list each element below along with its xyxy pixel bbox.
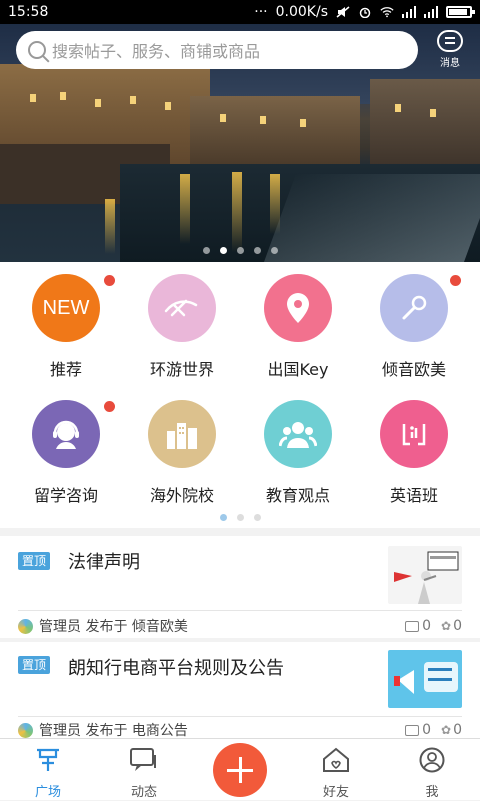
post-author: 管理员 (39, 723, 81, 739)
category-label: 教育观点 (265, 486, 330, 505)
banner-dot[interactable] (253, 247, 261, 254)
message-icon (437, 30, 463, 52)
category-label: 海外院校 (149, 486, 214, 505)
location-pin-icon (287, 293, 309, 323)
post-title: 法律声明 (68, 552, 140, 573)
status-bar: 15:58 ··· 0.00K/s (0, 0, 480, 24)
buildings-icon (167, 423, 197, 449)
network-speed: 0.00K/s (275, 4, 328, 20)
headset-person-icon (53, 420, 79, 449)
comment-count: 0 (422, 722, 432, 738)
tab-square[interactable]: 广场 (0, 739, 96, 801)
like-count: 0 (453, 618, 462, 634)
like-icon: ✿ (441, 619, 452, 633)
banner-dot[interactable] (270, 247, 278, 254)
notification-badge (104, 275, 115, 286)
alarm-icon (359, 7, 371, 18)
category-grid: NEW 推荐 环游世界 出国Key 倾音欧美 留学咨询 海外院校 教育观点 英语… (0, 262, 480, 528)
people-icon (279, 422, 317, 448)
tab-label: 好友 (322, 785, 349, 800)
dots-icon: ··· (254, 4, 268, 20)
category-overseas-schools[interactable]: 海外院校 (122, 388, 242, 514)
category-label: 推荐 (49, 360, 82, 379)
page-dot[interactable] (253, 514, 261, 521)
status-time: 15:58 (8, 4, 49, 20)
category-edu-views[interactable]: 教育观点 (238, 388, 358, 514)
banner-dot[interactable] (236, 247, 244, 254)
avatar (18, 722, 33, 738)
like-icon: ✿ (441, 723, 452, 737)
post-thumbnail (388, 546, 462, 604)
new-icon: NEW (42, 296, 90, 319)
comment-count: 0 (422, 618, 432, 634)
category-label: 留学咨询 (33, 486, 98, 505)
signal-icon (402, 6, 416, 18)
tab-me[interactable]: 我 (384, 739, 480, 801)
post-board: 发布于 倾音欧美 (85, 619, 188, 635)
post-create-button[interactable] (213, 743, 267, 797)
page-dot-active[interactable] (219, 514, 227, 521)
post-author: 管理员 (39, 619, 81, 635)
banner-dot[interactable] (202, 247, 210, 254)
square-icon (37, 748, 59, 771)
profile-icon (419, 747, 445, 773)
tab-label: 动态 (130, 785, 157, 800)
plane-icon (164, 299, 198, 317)
message-label: 消息 (440, 58, 460, 69)
category-label: 英语班 (389, 486, 438, 505)
comment-icon (405, 620, 420, 632)
chat-icon (130, 748, 156, 771)
post-item[interactable]: 置顶 法律声明 管理员 发布于 倾音欧美 0 ✿ 0 (0, 536, 480, 638)
post-board: 发布于 电商公告 (85, 723, 188, 739)
tab-friends[interactable]: 好友 (288, 739, 384, 801)
like-count: 0 (453, 722, 462, 738)
category-label: 出国Key (267, 360, 329, 379)
category-label: 环游世界 (149, 360, 214, 379)
search-input[interactable]: 搜索帖子、服务、商铺或商品 (16, 31, 418, 69)
silent-icon (336, 6, 350, 18)
post-item[interactable]: 置顶 朗知行电商平台规则及公告 管理员 发布于 电商公告 0 ✿ 0 (0, 642, 480, 740)
category-travel-world[interactable]: 环游世界 (122, 262, 242, 388)
tab-label: 广场 (34, 785, 61, 800)
category-label: 倾音欧美 (381, 360, 446, 379)
notification-badge (450, 275, 461, 286)
signal-icon-2 (424, 6, 438, 18)
battery-icon (446, 6, 475, 18)
friends-home-icon (323, 747, 349, 772)
microphone-icon (402, 295, 427, 320)
search-placeholder: 搜索帖子、服务、商铺或商品 (52, 42, 261, 61)
post-title: 朗知行电商平台规则及公告 (68, 658, 284, 679)
english-class-icon (402, 424, 426, 446)
category-pagination (0, 514, 480, 521)
tab-label: 我 (425, 785, 439, 800)
avatar (18, 618, 33, 634)
comment-icon (405, 724, 420, 736)
tab-feed[interactable]: 动态 (96, 739, 192, 801)
banner-dot-active[interactable] (219, 247, 227, 254)
page-dot[interactable] (236, 514, 244, 521)
category-english-class[interactable]: 英语班 (354, 388, 474, 514)
banner-pagination (0, 247, 480, 254)
post-thumbnail (388, 650, 462, 708)
category-abroad-key[interactable]: 出国Key (238, 262, 358, 388)
wifi-icon (380, 7, 394, 18)
pinned-tag: 置顶 (18, 552, 50, 570)
post-meta: 管理员 发布于 电商公告 0 ✿ 0 (18, 720, 462, 740)
search-icon (28, 41, 46, 59)
post-meta: 管理员 发布于 倾音欧美 0 ✿ 0 (18, 616, 462, 636)
notification-badge (104, 401, 115, 412)
pinned-tag: 置顶 (18, 656, 50, 674)
message-button[interactable]: 消息 (432, 30, 468, 69)
